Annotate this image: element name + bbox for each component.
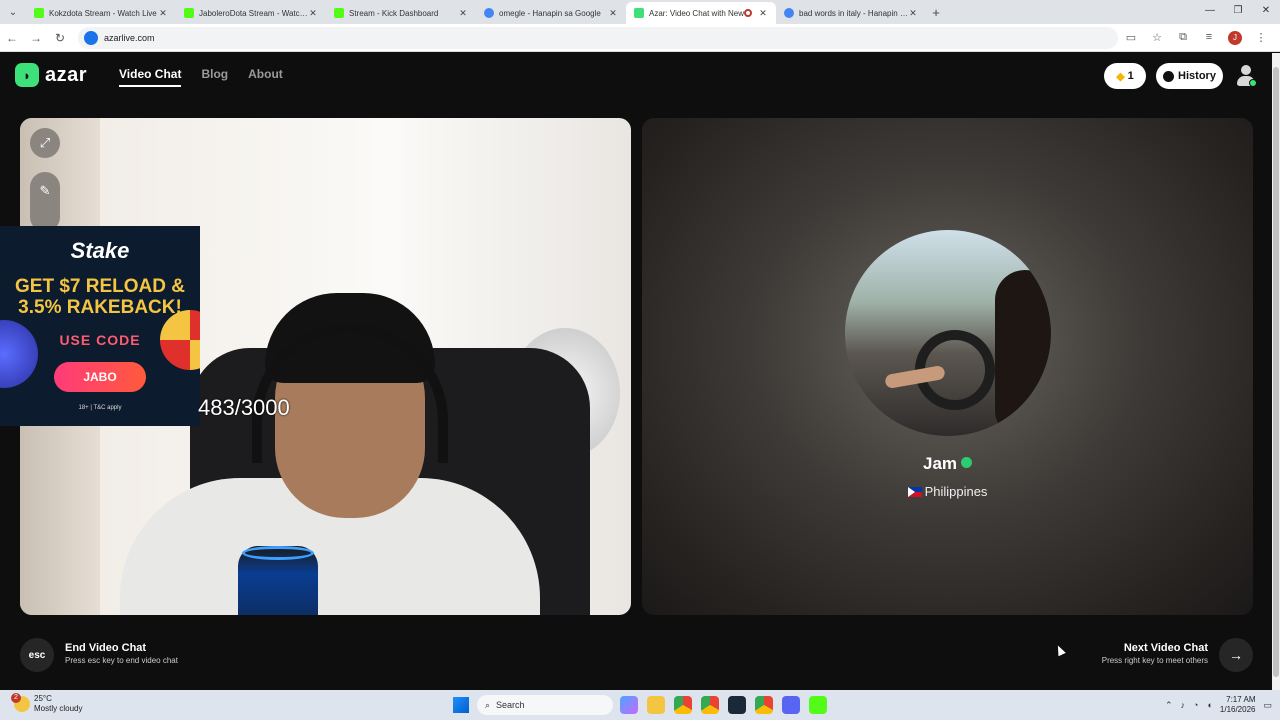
user-avatar[interactable] — [1236, 65, 1257, 87]
verified-icon — [961, 457, 973, 468]
expand-icon: ⤢ — [39, 135, 51, 150]
partner-profile-photo — [845, 230, 1051, 436]
end-chat-title: End Video Chat — [65, 642, 147, 654]
browser-tab[interactable]: Stream - Kick Dashboard ✕ — [326, 2, 476, 24]
azar-logo-icon: ◗ — [15, 63, 39, 87]
kick-icon — [34, 8, 44, 18]
history-button[interactable]: History — [1156, 63, 1223, 89]
browser-tab-active[interactable]: Azar: Video Chat with New ✕ — [626, 2, 776, 24]
kick-icon — [334, 8, 344, 18]
weather-widget[interactable]: 2 25°C Mostly cloudy — [11, 693, 82, 714]
close-tab-icon[interactable]: ✕ — [908, 8, 918, 19]
close-tab-icon[interactable]: ✕ — [758, 8, 768, 19]
arrow-right-icon: → — [1229, 647, 1243, 663]
taskbar-search[interactable]: ⌕ Search — [477, 695, 613, 715]
profile-avatar[interactable]: J — [1228, 30, 1242, 45]
nav-about[interactable]: About — [248, 67, 283, 87]
copilot-icon[interactable] — [620, 696, 638, 714]
fullscreen-button[interactable]: ⤢ — [30, 128, 60, 158]
recording-icon — [744, 9, 752, 17]
online-status-icon — [1249, 79, 1257, 87]
bookmark-star-icon[interactable]: ☆ — [1144, 31, 1170, 45]
browser-tab[interactable]: Kokzdota Stream - Watch Live ✕ — [26, 2, 176, 24]
cast-icon[interactable]: ▭ — [1118, 31, 1144, 45]
system-clock[interactable]: 7:17 AM 1/16/2026 — [1220, 695, 1256, 715]
stream-goal-counter: 483/3000 — [198, 395, 290, 420]
gem-icon: ◆ — [1116, 70, 1125, 83]
chevron-up-icon[interactable]: ⌃ — [1165, 700, 1173, 711]
steam-icon[interactable] — [728, 696, 746, 714]
discord-icon[interactable] — [782, 696, 800, 714]
windows-taskbar: 2 25°C Mostly cloudy ⌕ Search ⌃ ♪ ◔ ◖ 7:… — [0, 690, 1280, 720]
philippines-flag-icon — [907, 487, 922, 497]
new-tab-button[interactable]: + — [926, 5, 946, 20]
azar-logo[interactable]: ◗ azar — [15, 63, 87, 87]
effects-button[interactable]: ✎ — [30, 176, 60, 206]
end-chat-hint: Press esc key to end video chat — [65, 656, 178, 665]
gems-button[interactable]: ◆ 1 — [1104, 63, 1146, 89]
remote-video-panel: Jam Philippines — [642, 118, 1253, 615]
kick-icon — [184, 8, 194, 18]
address-bar-row: ← → ↻ azarlive.com ▭ ☆ ⧉ ≡ J ⋮ — [0, 24, 1280, 52]
reload-icon[interactable]: ↻ — [48, 31, 72, 45]
file-explorer-icon[interactable] — [647, 696, 665, 714]
browser-tab[interactable]: bad words in italy - Hanapin sa Google✕ — [776, 2, 926, 24]
next-chat-hint: Press right key to meet others — [1101, 656, 1208, 665]
browser-menu-icon[interactable]: ⋮ — [1248, 31, 1274, 45]
nav-video-chat[interactable]: Video Chat — [119, 67, 182, 87]
next-chat-title: Next Video Chat — [1123, 642, 1208, 654]
close-window-icon[interactable]: ✕ — [1252, 0, 1280, 24]
extensions-icon[interactable]: ⧉ — [1170, 31, 1196, 45]
stake-ad-overlay: Stake GET $7 RELOAD & 3.5% RAKEBACK! USE… — [0, 226, 200, 426]
close-tab-icon[interactable]: ✕ — [608, 8, 618, 19]
forward-icon[interactable]: → — [24, 31, 48, 45]
nav-blog[interactable]: Blog — [201, 67, 228, 87]
main-nav: Video Chat Blog About — [119, 67, 283, 87]
browser-tab[interactable]: omegle - Hanapin sa Google ✕ — [476, 2, 626, 24]
back-icon[interactable]: ← — [0, 31, 24, 45]
close-tab-icon[interactable]: ✕ — [458, 8, 468, 19]
url-field[interactable]: azarlive.com — [78, 26, 1118, 49]
site-info-icon[interactable] — [84, 30, 98, 45]
network-icon[interactable]: ◔ — [1193, 700, 1198, 710]
volume-icon[interactable]: ◖ — [1206, 700, 1211, 710]
next-chat-button[interactable]: → — [1219, 638, 1253, 672]
clock-icon — [1163, 70, 1175, 82]
kick-icon[interactable] — [809, 696, 827, 714]
browser-tab[interactable]: JaboleroDota Stream - Watch Live✕ — [176, 2, 326, 24]
google-icon — [484, 8, 494, 18]
notification-icon[interactable]: ▭ — [1263, 700, 1272, 711]
promo-code-badge: JABO — [54, 362, 146, 392]
system-tray: ⌃ ♪ ◔ ◖ 7:17 AM 1/16/2026 ▭ — [1165, 690, 1280, 720]
window-controls: — ❐ ✕ — [1196, 0, 1280, 24]
chrome-icon[interactable] — [674, 696, 692, 714]
azar-icon — [634, 8, 644, 18]
microphone-icon[interactable]: ♪ — [1181, 700, 1186, 710]
minimize-icon[interactable]: — — [1196, 0, 1224, 24]
tab-search-button[interactable]: ⌄ — [0, 0, 26, 24]
page-scrollbar[interactable] — [1272, 53, 1280, 690]
weather-icon: 2 — [11, 693, 30, 712]
close-tab-icon[interactable]: ✕ — [158, 8, 168, 19]
magic-wand-icon: ✎ — [39, 183, 51, 198]
mouse-cursor — [1054, 643, 1066, 657]
browser-tabbar: ⌄ Kokzdota Stream - Watch Live ✕ Jabolero… — [0, 0, 1280, 24]
chrome-icon[interactable] — [755, 696, 773, 714]
azar-app: ◗ azar Video Chat Blog About ◆ 1 History… — [0, 53, 1272, 690]
partner-name: Jam — [642, 454, 1253, 474]
google-icon — [784, 8, 794, 18]
end-chat-button[interactable]: esc — [20, 638, 54, 672]
search-icon: ⌕ — [485, 699, 491, 710]
media-icon[interactable]: ≡ — [1196, 31, 1222, 45]
maximize-icon[interactable]: ❐ — [1224, 0, 1252, 24]
windows-start-icon[interactable] — [453, 697, 469, 713]
taskbar-apps — [620, 696, 827, 714]
close-tab-icon[interactable]: ✕ — [308, 8, 318, 19]
partner-country: Philippines — [642, 484, 1253, 499]
chrome-icon[interactable] — [701, 696, 719, 714]
